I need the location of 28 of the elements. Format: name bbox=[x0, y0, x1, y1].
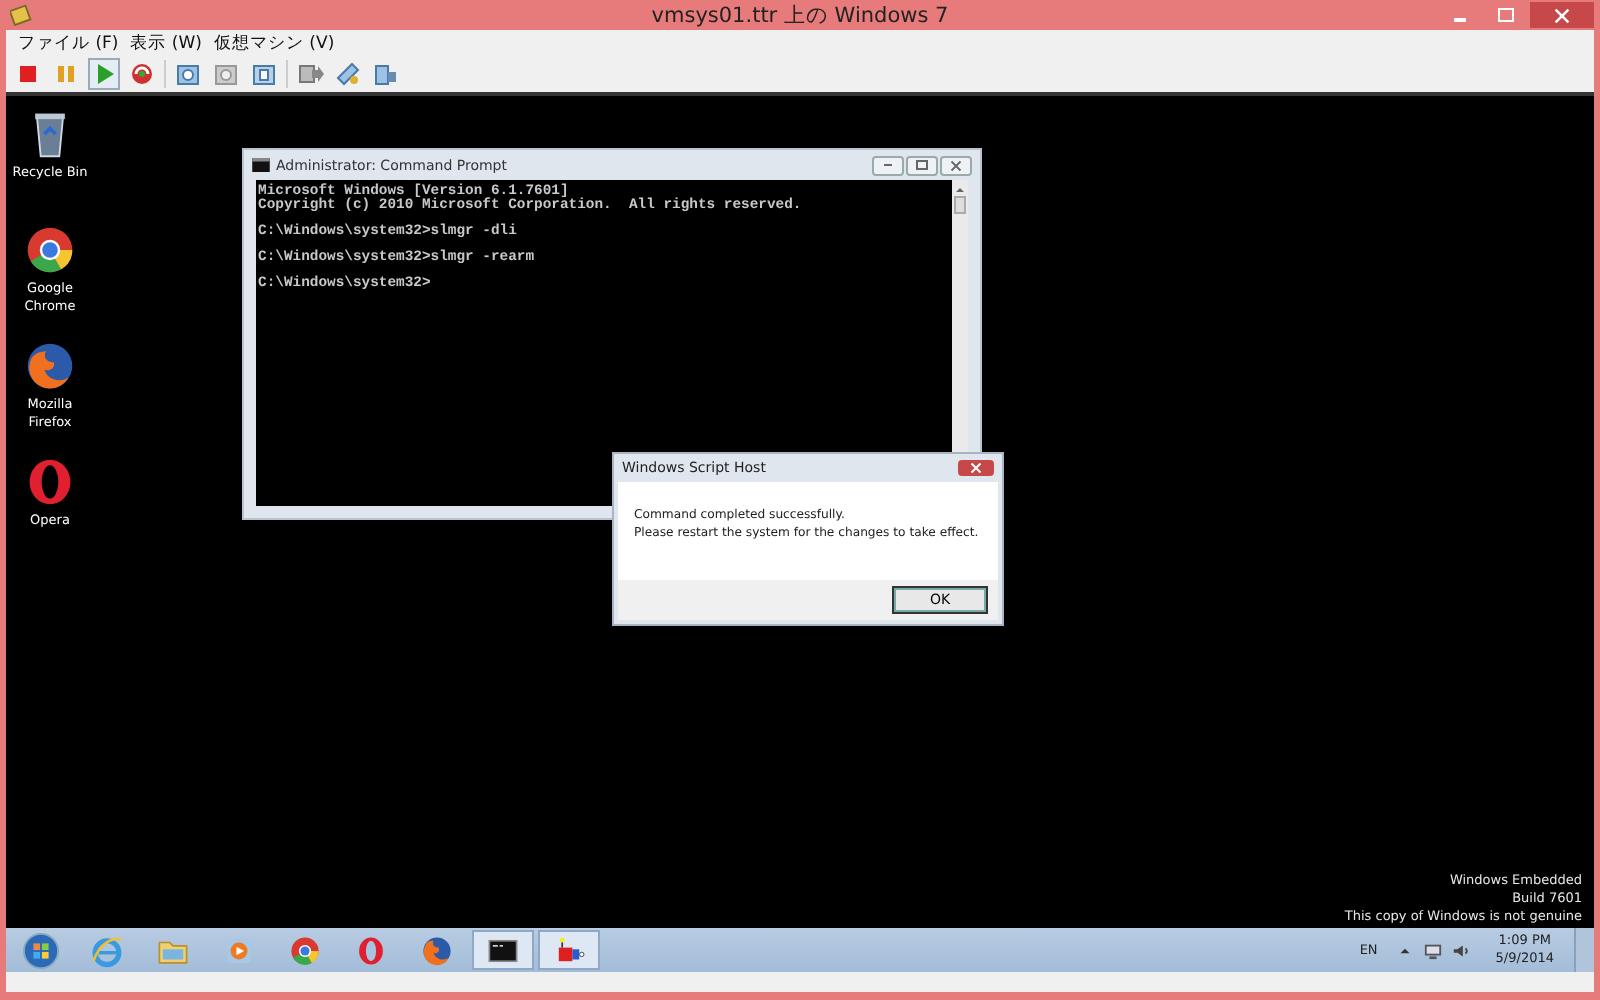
menu-item[interactable]: 仮想マシン (V) bbox=[213, 31, 335, 55]
window-title: vmsys01.ttr 上の Windows 7 bbox=[651, 1, 949, 29]
menu-item[interactable]: 表示 (W) bbox=[130, 31, 202, 55]
ie-icon bbox=[90, 933, 124, 967]
firefox-icon bbox=[420, 933, 454, 967]
opera-icon bbox=[354, 933, 388, 967]
app-icon bbox=[10, 4, 32, 26]
chrome-icon[interactable] bbox=[24, 224, 76, 276]
opera-icon[interactable] bbox=[24, 456, 76, 508]
speaker-icon[interactable] bbox=[1451, 941, 1470, 959]
minimize-button[interactable] bbox=[872, 155, 904, 175]
network-icon[interactable] bbox=[1423, 941, 1442, 959]
reset-icon[interactable] bbox=[126, 58, 158, 90]
close-button[interactable] bbox=[958, 460, 994, 476]
close-icon bbox=[950, 159, 962, 171]
maximize-button[interactable] bbox=[906, 155, 938, 175]
close-icon bbox=[1554, 7, 1570, 23]
chrome-icon bbox=[288, 933, 322, 967]
close-button[interactable] bbox=[1530, 2, 1594, 28]
media-player-icon bbox=[222, 933, 256, 967]
start-button[interactable] bbox=[22, 931, 60, 969]
close-icon bbox=[970, 462, 982, 474]
firefox-icon[interactable] bbox=[24, 340, 76, 392]
menu-item[interactable]: ファイル (F) bbox=[18, 31, 119, 55]
play-icon[interactable] bbox=[88, 58, 120, 90]
close-button[interactable] bbox=[940, 155, 972, 175]
console-icon bbox=[252, 158, 270, 172]
taskbar-button[interactable] bbox=[472, 930, 534, 970]
